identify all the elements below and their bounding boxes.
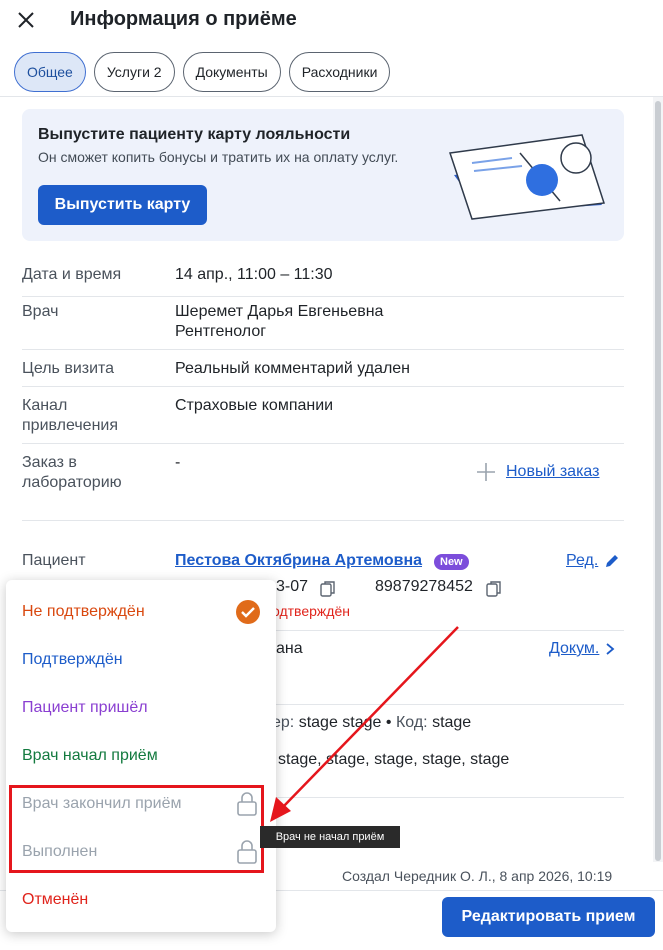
tab-documents[interactable]: Документы: [182, 52, 281, 92]
channel-label-line2: привлечения: [22, 417, 119, 434]
promo-subtitle: Он сможет копить бонусы и тратить их на …: [38, 149, 399, 165]
code-value: stage: [432, 714, 472, 731]
lab-order-value: -: [175, 454, 181, 471]
header-divider: [0, 96, 663, 97]
chevron-right-icon: [606, 643, 615, 655]
header: Информация о приёме: [0, 0, 663, 40]
edit-label[interactable]: Ред.: [566, 552, 598, 570]
edit-appointment-button[interactable]: Редактировать прием: [442, 897, 655, 937]
doctor-role: Рентгенолог: [175, 323, 267, 340]
divider: [22, 520, 624, 521]
tab-bar: Общее Услуги 2 Документы Расходники: [14, 52, 391, 92]
loyalty-card-illustration: [449, 134, 605, 220]
patient-phone: 89879278452: [375, 578, 473, 595]
issue-card-button[interactable]: Выпустить карту: [38, 185, 207, 225]
purpose-label: Цель визита: [22, 360, 115, 377]
doctor-label: Врач: [22, 303, 59, 320]
status-confirmed[interactable]: Подтверждён: [22, 651, 123, 669]
tab-services[interactable]: Услуги 2: [93, 52, 175, 92]
plus-icon: [477, 463, 495, 481]
channel-value: Страховые компании: [175, 397, 334, 414]
scrollbar-thumb[interactable]: [655, 101, 661, 861]
channel-label: Канал: [22, 397, 68, 414]
tab-general[interactable]: Общее: [14, 52, 86, 92]
created-by-text: Создал Чередник О. Л., 8 апр 2026, 10:19: [342, 868, 613, 884]
code-label: Код:: [395, 714, 428, 731]
stage-line: ер: stage stage • Код: stage: [272, 714, 471, 732]
documents-label[interactable]: Докум.: [549, 640, 599, 658]
status-not-confirmed[interactable]: Не подтверждён: [22, 603, 145, 621]
status-cancelled[interactable]: Отменён: [22, 891, 88, 909]
page-title: Информация о приёме: [70, 8, 297, 30]
divider: [22, 349, 624, 350]
close-button[interactable]: [12, 6, 40, 34]
stages-list: stage, stage, stage, stage, stage: [278, 751, 510, 768]
bullet: •: [385, 714, 392, 731]
check-icon: [236, 600, 260, 624]
scrollbar[interactable]: [653, 97, 663, 862]
patient-status-text: одтверждён: [272, 603, 350, 619]
pencil-icon[interactable]: [604, 553, 620, 569]
patient-label: Пациент: [22, 552, 86, 569]
lab-order-label-line2: лабораторию: [22, 474, 122, 491]
loyalty-card-promo: Выпустите пациенту карту лояльности Он с…: [22, 109, 624, 241]
stage-value: stage stage: [298, 714, 382, 731]
new-badge: New: [434, 554, 469, 570]
new-order-link[interactable]: Новый заказ: [476, 462, 599, 482]
patient-name-link[interactable]: Пестова Октябрина Артемовна: [175, 552, 422, 570]
tooltip: Врач не начал приём: [260, 826, 400, 848]
promo-title: Выпустите пациенту карту лояльности: [38, 126, 351, 143]
lab-order-label: Заказ в: [22, 454, 77, 471]
doctor-name: Шеремет Дарья Евгеньевна: [175, 303, 384, 320]
close-icon[interactable]: [17, 11, 35, 29]
divider: [22, 386, 624, 387]
patient-info-text: ана: [276, 640, 303, 657]
tab-consumables[interactable]: Расходники: [288, 52, 391, 92]
documents-link[interactable]: Докум.: [549, 640, 615, 658]
status-dropdown: Не подтверждён Подтверждён Пациент пришё…: [6, 580, 276, 932]
edit-patient-link[interactable]: Ред.: [566, 552, 620, 570]
new-order-label[interactable]: Новый заказ: [506, 463, 599, 481]
status-patient-arrived[interactable]: Пациент пришёл: [22, 699, 148, 717]
birth-date: 3-07: [276, 578, 309, 595]
copy-icon[interactable]: [486, 580, 502, 598]
copy-icon[interactable]: [320, 580, 336, 598]
datetime-value: 14 апр., 11:00 – 11:30: [175, 266, 333, 283]
datetime-label: Дата и время: [22, 266, 122, 283]
divider: [22, 296, 624, 297]
purpose-value: Реальный комментарий удален: [175, 360, 411, 377]
divider: [22, 443, 624, 444]
highlight-box: [9, 785, 264, 873]
status-doctor-started[interactable]: Врач начал приём: [22, 747, 158, 765]
